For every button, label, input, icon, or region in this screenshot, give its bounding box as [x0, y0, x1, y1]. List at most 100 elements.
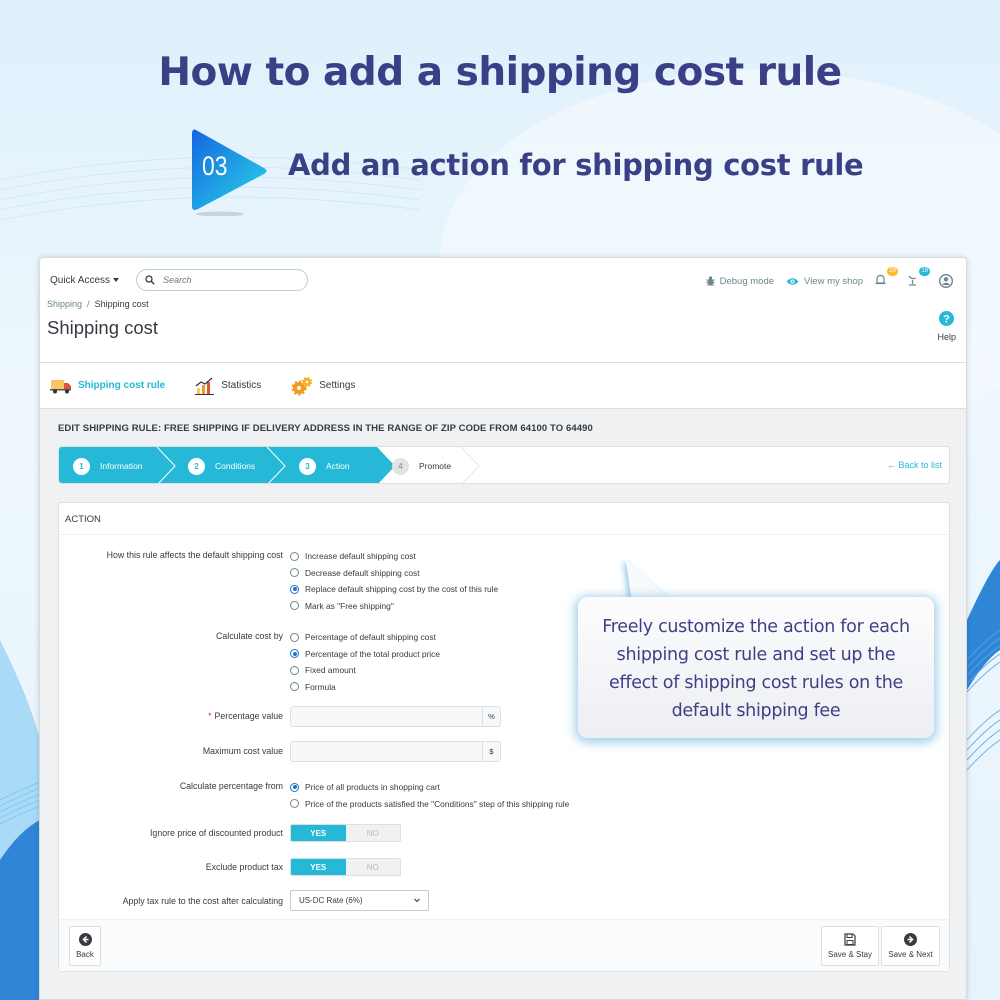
step-number: 1 — [73, 457, 90, 475]
exclude-tax-switch[interactable]: YES NO — [290, 858, 401, 876]
percent-addon: % — [482, 707, 500, 726]
wizard-step-promote[interactable]: 4 Promote — [392, 447, 451, 483]
tab-label: Statistics — [221, 380, 262, 391]
quick-access-label: Quick Access — [50, 275, 111, 286]
radio-free-shipping[interactable]: Mark as "Free shipping" — [290, 598, 498, 615]
breadcrumb-separator: / — [87, 299, 90, 309]
breadcrumb: Shipping / Shipping cost — [47, 299, 149, 309]
bug-icon — [705, 276, 715, 286]
tab-shipping-cost-rule[interactable]: Shipping cost rule — [50, 378, 165, 394]
help-button[interactable]: ? Help — [937, 311, 956, 342]
switch-no[interactable]: NO — [345, 859, 400, 875]
help-label: Help — [937, 332, 956, 342]
radio-button[interactable] — [290, 632, 299, 642]
back-to-list-link[interactable]: ← Back to list — [887, 460, 942, 470]
radio-button-checked[interactable] — [290, 782, 299, 792]
radio-label: Mark as "Free shipping" — [305, 600, 394, 611]
tab-statistics[interactable]: Statistics — [195, 377, 261, 395]
radio-button[interactable] — [290, 799, 299, 809]
search-input[interactable] — [163, 275, 293, 285]
percentage-value-input[interactable] — [291, 707, 482, 726]
radio-formula[interactable]: Formula — [290, 679, 440, 696]
radio-button[interactable] — [290, 601, 299, 611]
tab-settings[interactable]: Settings — [291, 376, 355, 396]
max-cost-input[interactable] — [291, 742, 482, 761]
tax-rule-select[interactable]: US-DC Rate (6%) — [290, 890, 429, 911]
wizard-steps: 1 Information 2 Conditions 3 Action 4 Pr… — [58, 446, 950, 484]
max-cost-input-group: $ — [290, 741, 501, 762]
user-avatar-icon — [939, 274, 953, 288]
step-label: Conditions — [215, 461, 256, 471]
radio-increase[interactable]: Increase default shipping cost — [290, 548, 498, 565]
step-number: 4 — [392, 457, 409, 475]
switch-no[interactable]: NO — [345, 825, 400, 841]
callout-tooltip: Freely customize the action for each shi… — [578, 597, 934, 738]
radio-replace[interactable]: Replace default shipping cost by the cos… — [290, 581, 498, 598]
radio-pct-default[interactable]: Percentage of default shipping cost — [290, 629, 440, 646]
affects-radio-group: Increase default shipping cost Decrease … — [290, 548, 498, 614]
radio-label: Percentage of the total product price — [305, 648, 441, 659]
radio-all-products[interactable]: Price of all products in shopping cart — [290, 779, 569, 796]
customers-notification[interactable]: 19 — [907, 266, 930, 289]
radio-button[interactable] — [290, 551, 299, 561]
arrow-left-icon: ← — [886, 460, 896, 470]
tax-rule-label: Apply tax rule to the cost after calcula… — [122, 896, 283, 906]
debug-mode-label: Debug mode — [719, 275, 775, 287]
breadcrumb-shipping[interactable]: Shipping — [47, 299, 82, 309]
bell-icon — [875, 274, 886, 284]
eye-icon — [786, 277, 799, 285]
save-next-button[interactable]: Save & Next — [881, 926, 940, 966]
account-menu[interactable] — [939, 274, 958, 288]
view-shop-label: View my shop — [804, 275, 863, 287]
radio-condition-products[interactable]: Price of the products satisfied the "Con… — [290, 796, 569, 813]
wizard-step-information[interactable]: 1 Information — [73, 447, 143, 483]
search-icon — [145, 275, 155, 285]
orders-badge: 28 — [887, 266, 898, 276]
max-cost-label: Maximum cost value — [202, 746, 283, 756]
radio-label: Price of all products in shopping cart — [305, 782, 441, 793]
search-box[interactable] — [136, 269, 308, 291]
ignore-discounted-switch[interactable]: YES NO — [290, 824, 401, 842]
wizard-step-action[interactable]: 3 Action — [299, 447, 350, 483]
calc-by-label: Calculate cost by — [216, 631, 283, 641]
calc-from-label: Calculate percentage from — [179, 781, 283, 791]
ignore-discounted-label: Ignore price of discounted product — [149, 828, 283, 838]
svg-text:?: ? — [943, 313, 950, 325]
exclude-tax-label: Exclude product tax — [205, 862, 283, 872]
save-stay-button[interactable]: Save & Stay — [821, 926, 879, 966]
radio-label: Price of the products satisfied the "Con… — [305, 798, 570, 809]
radio-button[interactable] — [290, 568, 299, 578]
radio-decrease[interactable]: Decrease default shipping cost — [290, 565, 498, 582]
panel-footer: Back Save & Stay Save & Next — [59, 919, 949, 971]
caret-down-icon — [113, 278, 120, 283]
tab-label: Settings — [319, 380, 356, 391]
chevron-down-icon — [414, 898, 420, 903]
radio-button-checked[interactable] — [290, 584, 299, 594]
switch-yes[interactable]: YES — [291, 825, 346, 841]
quick-access-dropdown[interactable]: Quick Access — [50, 275, 120, 286]
radio-label: Decrease default shipping cost — [305, 567, 420, 578]
customer-icon — [908, 275, 917, 286]
view-shop-link[interactable]: View my shop — [786, 276, 863, 287]
chart-icon — [195, 377, 215, 395]
radio-button[interactable] — [290, 665, 299, 675]
module-tabs: Shipping cost rule Statistics Settings — [40, 363, 966, 409]
radio-pct-total[interactable]: Percentage of the total product price — [290, 646, 440, 663]
truck-icon — [50, 379, 71, 393]
save-stay-label: Save & Stay — [827, 950, 873, 959]
radio-button[interactable] — [290, 682, 299, 692]
debug-mode-link[interactable]: Debug mode — [705, 275, 775, 287]
step-label: Information — [100, 461, 143, 471]
radio-button-checked[interactable] — [290, 649, 299, 659]
radio-fixed-amount[interactable]: Fixed amount — [290, 662, 440, 679]
back-button[interactable]: Back — [69, 926, 101, 966]
step-number: 03 — [202, 151, 228, 181]
percentage-label: * Percentage value — [208, 711, 283, 721]
radio-label: Increase default shipping cost — [305, 551, 416, 562]
switch-yes[interactable]: YES — [291, 859, 346, 875]
radio-label: Fixed amount — [305, 665, 356, 676]
orders-notification[interactable]: 28 — [875, 266, 898, 289]
calc-by-radio-group: Percentage of default shipping cost Perc… — [290, 629, 440, 695]
required-mark: * — [208, 711, 212, 721]
wizard-step-conditions[interactable]: 2 Conditions — [188, 447, 256, 483]
